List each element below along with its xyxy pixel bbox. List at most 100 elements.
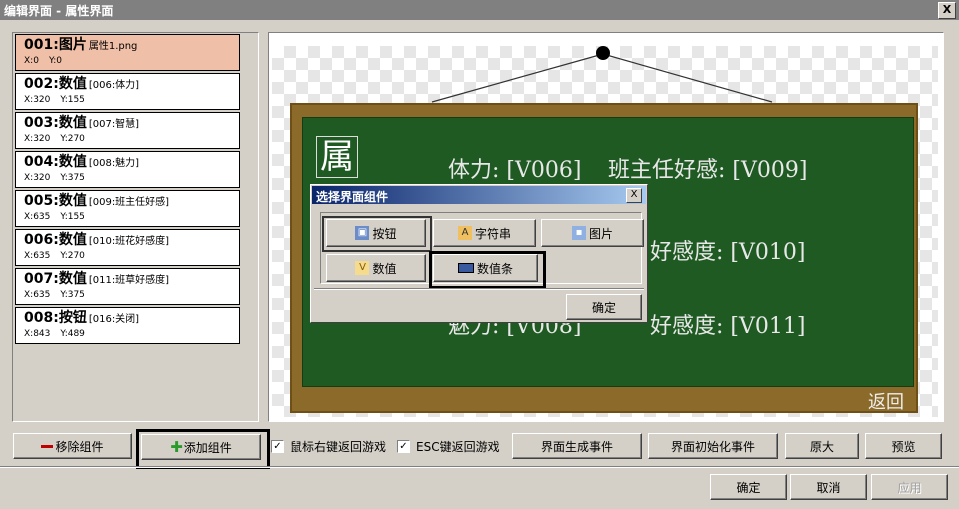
item-number: 006: (24, 232, 59, 248)
dialog-number-button[interactable]: V 数值 (326, 254, 426, 282)
window-titlebar: 编辑界面 - 属性界面 X (0, 0, 959, 20)
item-type: 数值 (58, 232, 87, 248)
stat-teacher-favor: 班主任好感: [V009] (608, 158, 808, 183)
dialog-button-label: 数值 (372, 261, 397, 276)
item-type: 数值 (58, 76, 87, 92)
dialog-button-label: 数值条 (476, 261, 513, 276)
list-item[interactable]: 005:数值 [009:班主任好感] X:635 Y:155 (15, 190, 240, 227)
rightclick-return-checkbox[interactable]: ✓ 鼠标右键返回游戏 (271, 438, 386, 455)
dialog-title: 选择界面组件 (316, 190, 389, 204)
item-y: Y:155 (60, 95, 85, 105)
board-hanger (431, 46, 773, 103)
list-item[interactable]: 006:数值 [010:班花好感度] X:635 Y:270 (15, 229, 240, 266)
item-param: [010:班花好感度] (88, 236, 170, 247)
dialog-string-button[interactable]: A 字符串 (433, 219, 536, 247)
remove-component-button[interactable]: 移除组件 (13, 433, 132, 459)
remove-component-label: 移除组件 (55, 439, 104, 454)
item-x: X:843 (24, 329, 51, 339)
plus-icon: ✚ (170, 438, 183, 456)
cancel-button[interactable]: 取消 (790, 474, 867, 500)
preview-button[interactable]: 预览 (865, 433, 942, 459)
item-type: 数值 (58, 193, 87, 209)
checkbox-check-icon: ✓ (271, 440, 284, 453)
dialog-image-button[interactable]: ▪ 图片 (541, 219, 644, 247)
item-param: [011:班草好感度] (88, 275, 170, 286)
list-item[interactable]: 003:数值 [007:智慧] X:320 Y:270 (15, 112, 240, 149)
stat-favor-v011: 好感度: [V011] (650, 314, 806, 339)
dialog-button-label: 按钮 (372, 226, 397, 241)
list-item[interactable]: 002:数值 [006:体力] X:320 Y:155 (15, 73, 240, 110)
item-param: [007:智慧] (88, 119, 140, 130)
item-type: 按钮 (58, 310, 87, 326)
original-size-label: 原大 (809, 439, 834, 454)
checkbox-check-icon: ✓ (397, 440, 410, 453)
item-number: 008: (24, 310, 59, 326)
dialog-divider (314, 288, 644, 290)
list-item[interactable]: 001:图片 属性1.png X:0 Y:0 (15, 34, 240, 71)
button-icon: ▣ (355, 226, 370, 240)
init-event-label: 界面初始化事件 (670, 439, 755, 454)
item-number: 001: (24, 37, 59, 53)
list-item[interactable]: 004:数值 [008:魅力] X:320 Y:375 (15, 151, 240, 188)
item-number: 003: (24, 115, 59, 131)
item-y: Y:489 (60, 329, 85, 339)
init-event-button[interactable]: 界面初始化事件 (648, 433, 778, 459)
item-type: 数值 (58, 271, 87, 287)
ok-button[interactable]: 确定 (710, 474, 787, 500)
add-component-label: 添加组件 (183, 440, 232, 455)
item-number: 002: (24, 76, 59, 92)
item-number: 005: (24, 193, 59, 209)
string-icon: A (457, 226, 472, 240)
item-y: Y:155 (60, 212, 85, 222)
item-x: X:635 (24, 212, 51, 222)
footer-divider (0, 466, 959, 468)
dialog-button-button[interactable]: ▣ 按钮 (326, 219, 426, 247)
dialog-confirm-button[interactable]: 确定 (566, 294, 642, 320)
window-close-button[interactable]: X (938, 2, 956, 19)
generate-event-label: 界面生成事件 (540, 439, 613, 454)
item-x: X:320 (24, 173, 51, 183)
item-y: Y:270 (60, 251, 85, 261)
window-title: 编辑界面 - 属性界面 (4, 4, 114, 18)
item-y: Y:270 (60, 134, 85, 144)
item-x: X:320 (24, 134, 51, 144)
add-component-button[interactable]: ✚ 添加组件 (141, 434, 261, 460)
dialog-close-button[interactable]: X (626, 188, 642, 203)
esc-return-checkbox[interactable]: ✓ ESC键返回游戏 (397, 438, 500, 455)
dialog-button-label: 字符串 (474, 226, 511, 241)
cancel-label: 取消 (816, 480, 841, 495)
item-type: 图片 (58, 37, 87, 53)
item-x: X:0 (24, 56, 39, 66)
item-number: 004: (24, 154, 59, 170)
item-y: Y:375 (60, 173, 85, 183)
rightclick-return-label: 鼠标右键返回游戏 (290, 440, 387, 454)
stat-stamina: 体力: [V006] (448, 158, 582, 183)
number-bar-icon (457, 263, 474, 273)
list-item[interactable]: 008:按钮 [016:关闭] X:843 Y:489 (15, 307, 240, 344)
item-x: X:635 (24, 290, 51, 300)
preview-label: 预览 (891, 439, 916, 454)
item-x: X:320 (24, 95, 51, 105)
item-param: 属性1.png (88, 41, 138, 52)
stat-favor-v010: 好感度: [V010] (650, 240, 806, 265)
item-param: [009:班主任好感] (88, 197, 170, 208)
dialog-button-label: 图片 (588, 226, 613, 241)
item-type: 数值 (58, 154, 87, 170)
item-y: Y:0 (48, 56, 62, 66)
original-size-button[interactable]: 原大 (785, 433, 859, 459)
list-item[interactable]: 007:数值 [011:班草好感度] X:635 Y:375 (15, 268, 240, 305)
item-number: 007: (24, 271, 59, 287)
dialog-numberbar-button[interactable]: 数值条 (433, 254, 538, 282)
ok-label: 确定 (736, 480, 761, 495)
item-param: [006:体力] (88, 80, 140, 91)
image-icon: ▪ (571, 226, 586, 240)
item-param: [016:关闭] (88, 314, 140, 325)
apply-button[interactable]: 应用 (871, 474, 948, 500)
component-list[interactable]: 001:图片 属性1.png X:0 Y:0 002:数值 [006:体力] X:32… (12, 32, 259, 422)
number-icon: V (355, 261, 370, 275)
minus-icon (41, 444, 54, 448)
back-button-preview: 返回 (868, 392, 904, 413)
attribute-logo: 属 (316, 136, 358, 178)
apply-label: 应用 (897, 480, 922, 495)
generate-event-button[interactable]: 界面生成事件 (512, 433, 642, 459)
